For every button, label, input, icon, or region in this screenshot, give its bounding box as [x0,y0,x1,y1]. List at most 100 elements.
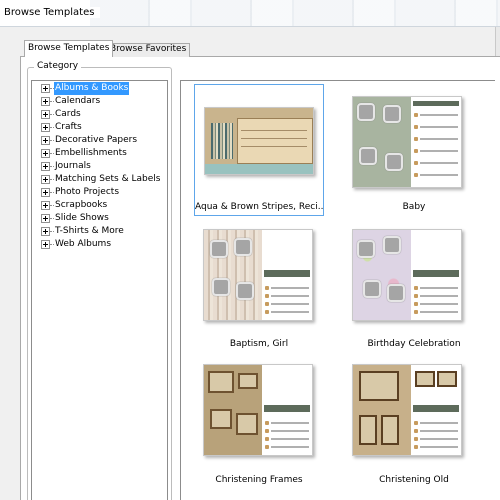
thumb-frame [359,371,399,401]
template-card-baby[interactable]: Baby [349,84,479,216]
template-name: Birthday Celebration [367,339,461,349]
tree-item-label: Crafts [55,122,82,132]
thumb-text [420,150,459,152]
thumb-recipe-card [237,118,313,164]
tree-item-label: Albums & Books [54,82,130,95]
tree-item-label: Web Albums [55,239,112,249]
thumb-header [413,269,460,277]
expand-icon[interactable] [41,201,50,210]
thumb-bullet [414,294,419,298]
expand-icon[interactable] [41,97,50,106]
thumb-text [420,138,459,140]
expand-icon[interactable] [41,188,50,197]
thumb-frame [437,371,458,387]
expand-icon[interactable] [41,175,50,184]
template-card-baptism-girl[interactable]: Baptism, Girl [194,221,324,353]
title-bar-background [90,0,500,26]
tree-item-label: T-Shirts & More [55,226,124,236]
thumb-text [420,438,459,440]
thumb-header [264,404,311,412]
template-thumbnail [203,364,313,456]
thumb-page [353,97,412,187]
thumb-info [411,230,461,320]
thumb-frame [208,371,234,393]
thumb-header [413,404,460,412]
template-name: Baptism, Girl [229,339,289,349]
thumb-photo [383,236,401,254]
thumb-text [420,126,459,128]
template-thumbnail [204,107,314,175]
thumb-text [420,446,459,448]
expand-icon[interactable] [41,149,50,158]
thumb-text [271,430,310,432]
thumb-text [420,311,459,313]
thumb-text [271,287,310,289]
template-card-aqua-brown-stripes[interactable]: Aqua & Brown Stripes, Reci... [194,84,324,216]
thumb-bullet [414,421,419,425]
template-card-birthday-celebration[interactable]: Birthday Celebration [349,221,479,353]
tree-item-label: Decorative Papers [55,135,138,145]
thumb-frame [236,413,258,435]
thumb-info [411,97,461,187]
tree-item-label: Calendars [55,96,101,106]
thumb-info [262,230,312,320]
thumb-page [353,230,412,320]
template-name: Christening Frames [215,475,303,485]
thumb-text [420,422,459,424]
thumb-bullet [265,294,270,298]
thumb-bullet [414,125,419,129]
template-name: Christening Old [379,475,449,485]
thumb-frame [238,373,258,389]
category-group-label: Category [34,61,82,71]
thumb-text [271,446,310,448]
expand-icon[interactable] [41,136,50,145]
category-tree[interactable]: Albums & Books Calendars Cards Crafts De… [31,80,168,500]
title-bar: Browse Templates [0,0,500,27]
thumb-text [420,303,459,305]
thumb-bullet [414,173,419,177]
expand-icon[interactable] [41,227,50,236]
template-card-christening-old[interactable]: Christening Old [349,359,479,491]
expand-icon[interactable] [41,240,50,249]
expand-icon[interactable] [41,123,50,132]
tab-browse-templates[interactable]: Browse Templates [24,40,114,57]
expand-icon[interactable] [41,214,50,223]
thumb-photo [385,153,403,171]
expand-icon[interactable] [41,84,50,93]
tree-item-label: Slide Shows [55,213,109,223]
thumb-line [241,146,307,147]
tree-item-label: Journals [55,161,91,171]
thumb-bullet [414,302,419,306]
tree-item-label: Photo Projects [55,187,120,197]
thumb-text [420,287,459,289]
thumb-frame [415,371,436,387]
thumb-info [262,365,312,455]
thumb-header [264,269,311,277]
template-name: Baby [402,202,426,212]
expand-icon[interactable] [41,162,50,171]
template-name: Aqua & Brown Stripes, Reci... [195,202,323,212]
thumb-bullet [265,429,270,433]
thumb-bullet [414,429,419,433]
thumb-bullet [414,437,419,441]
thumb-text [420,174,459,176]
thumb-bullet [414,137,419,141]
tab-browse-favorites[interactable]: Browse Favorites [106,43,191,57]
thumb-bullet [265,445,270,449]
template-thumbnail [352,96,462,188]
thumb-frame [381,415,399,445]
thumb-frame [359,415,377,445]
thumb-photo [212,278,230,296]
thumb-line [241,130,307,131]
thumb-bullet [265,421,270,425]
thumb-line [241,138,307,139]
expand-icon[interactable] [41,110,50,119]
tree-item-label: Matching Sets & Labels [55,174,161,184]
thumb-photo [210,240,228,258]
thumb-bullet [414,310,419,314]
template-grid[interactable]: Aqua & Brown Stripes, Reci... Baby Bapti… [180,80,495,500]
thumb-photo [357,240,375,258]
thumb-bullet [265,310,270,314]
template-card-christening-frames[interactable]: Christening Frames [194,359,324,491]
thumb-bullet [265,286,270,290]
